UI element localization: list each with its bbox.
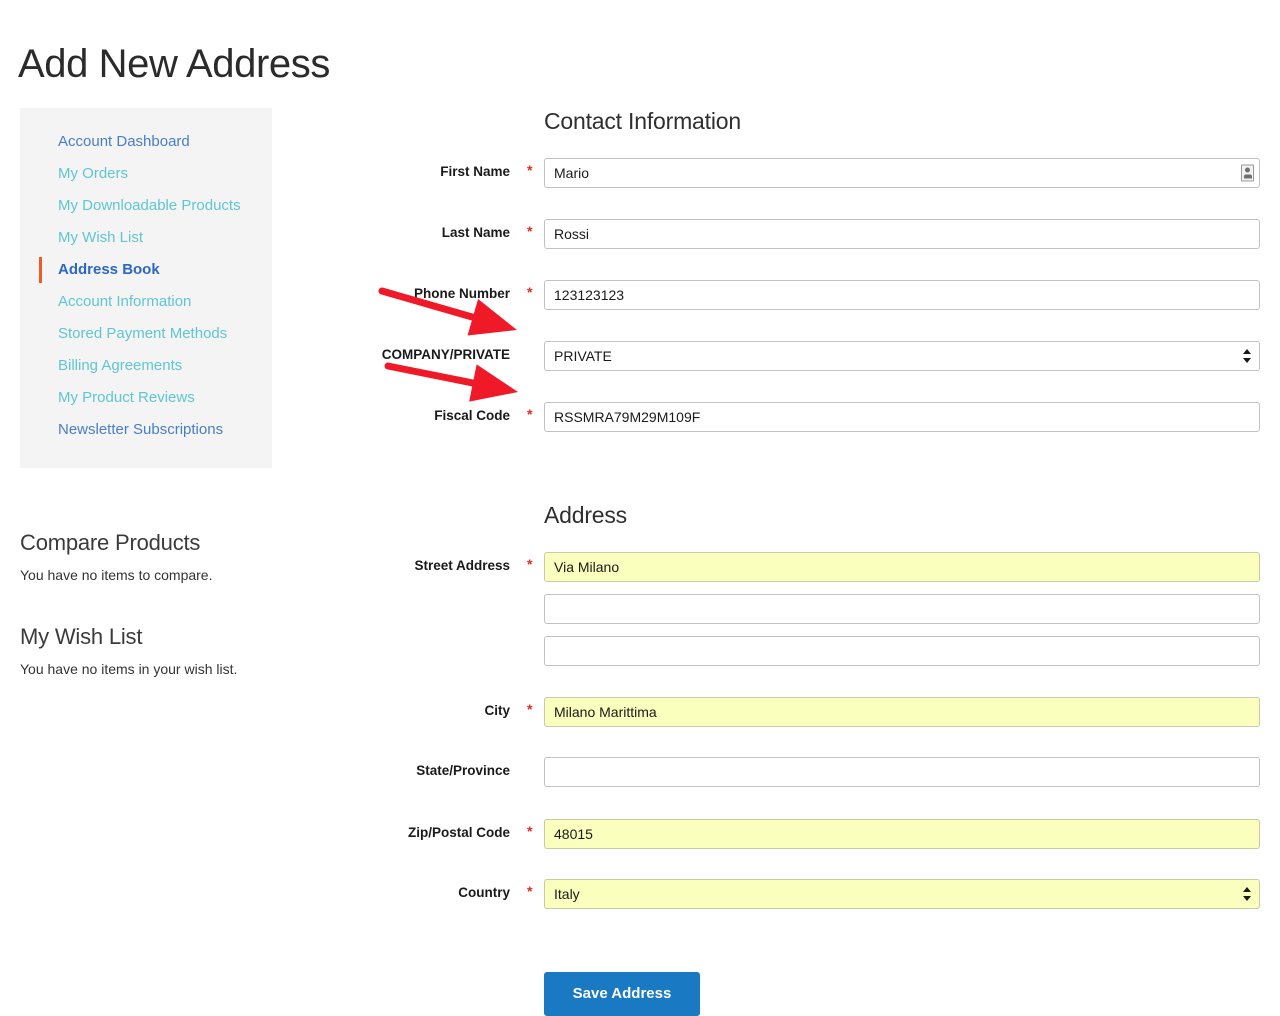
- page-title: Add New Address: [18, 41, 330, 86]
- sidebar-item-newsletter-subscriptions[interactable]: Newsletter Subscriptions: [20, 414, 272, 446]
- account-sidebar-nav: Account Dashboard My Orders My Downloada…: [20, 108, 272, 468]
- street-address-required-marker: *: [527, 556, 533, 572]
- company-private-chevron-updown-icon[interactable]: [1243, 348, 1252, 364]
- field-last-name: Last Name * Rossi: [380, 219, 1260, 249]
- fiscal-code-input[interactable]: RSSMRA79M29M109F: [544, 402, 1260, 432]
- field-country: Country * Italy: [380, 879, 1260, 909]
- fiscal-code-label: Fiscal Code: [434, 408, 510, 423]
- field-street-address-line-3: [380, 636, 1260, 666]
- field-first-name: First Name * Mario: [380, 158, 1260, 188]
- compare-products-title: Compare Products: [20, 530, 201, 555]
- city-input[interactable]: Milano Marittima: [544, 697, 1260, 727]
- first-name-input[interactable]: Mario: [544, 158, 1260, 188]
- wish-list-empty-text: You have no items in your wish list.: [20, 661, 238, 678]
- save-address-button[interactable]: Save Address: [544, 972, 700, 1016]
- street-address-line-2-input[interactable]: [544, 594, 1260, 624]
- sidebar-item-my-orders[interactable]: My Orders: [20, 158, 272, 190]
- country-required-marker: *: [527, 883, 533, 899]
- country-chevron-updown-icon[interactable]: [1243, 886, 1252, 902]
- field-zip-postal-code: Zip/Postal Code * 48015: [380, 819, 1260, 849]
- field-fiscal-code: Fiscal Code * RSSMRA79M29M109F: [380, 402, 1260, 432]
- company-private-label: COMPANY/PRIVATE: [381, 347, 510, 362]
- field-company-private: COMPANY/PRIVATE PRIVATE: [380, 341, 1260, 371]
- street-address-line-3-input[interactable]: [544, 636, 1260, 666]
- compare-products-empty-text: You have no items to compare.: [20, 567, 213, 584]
- zip-postal-code-label: Zip/Postal Code: [407, 825, 510, 840]
- sidebar-item-account-dashboard[interactable]: Account Dashboard: [20, 126, 272, 158]
- sidebar-item-my-wish-list[interactable]: My Wish List: [20, 222, 272, 254]
- wish-list-block: My Wish List You have no items in your w…: [20, 624, 237, 680]
- field-city: City * Milano Marittima: [380, 697, 1260, 727]
- last-name-required-marker: *: [527, 223, 533, 239]
- street-address-label: Street Address: [414, 558, 510, 573]
- country-label: Country: [458, 885, 510, 900]
- city-required-marker: *: [527, 701, 533, 717]
- company-private-select[interactable]: PRIVATE: [544, 341, 1260, 371]
- field-state-province: State/Province: [380, 757, 1260, 787]
- zip-postal-code-required-marker: *: [527, 823, 533, 839]
- sidebar-item-my-product-reviews[interactable]: My Product Reviews: [20, 382, 272, 414]
- phone-number-label: Phone Number: [413, 286, 510, 301]
- first-name-label: First Name: [440, 164, 510, 179]
- field-street-address-line-1: Street Address * Via Milano: [380, 552, 1260, 582]
- sidebar-item-address-book[interactable]: Address Book: [20, 254, 272, 286]
- zip-postal-code-input[interactable]: 48015: [544, 819, 1260, 849]
- first-name-required-marker: *: [527, 162, 533, 178]
- street-address-line-1-input[interactable]: Via Milano: [544, 552, 1260, 582]
- address-heading: Address: [544, 502, 627, 528]
- last-name-label: Last Name: [441, 225, 510, 240]
- contact-card-autofill-icon[interactable]: [1241, 164, 1254, 182]
- state-province-input[interactable]: [544, 757, 1260, 787]
- compare-products-block: Compare Products You have no items to co…: [20, 530, 213, 586]
- state-province-label: State/Province: [416, 763, 510, 778]
- fiscal-code-required-marker: *: [527, 406, 533, 422]
- field-phone-number: Phone Number * 123123123: [380, 280, 1260, 310]
- wish-list-title: My Wish List: [20, 624, 143, 649]
- field-street-address-line-2: [380, 594, 1260, 624]
- contact-information-heading: Contact Information: [544, 108, 741, 134]
- country-select[interactable]: Italy: [544, 879, 1260, 909]
- sidebar-item-billing-agreements[interactable]: Billing Agreements: [20, 350, 272, 382]
- last-name-input[interactable]: Rossi: [544, 219, 1260, 249]
- sidebar-item-my-downloadable-products[interactable]: My Downloadable Products: [20, 190, 272, 222]
- phone-number-required-marker: *: [527, 284, 533, 300]
- phone-number-input[interactable]: 123123123: [544, 280, 1260, 310]
- city-label: City: [484, 703, 510, 718]
- sidebar-item-stored-payment-methods[interactable]: Stored Payment Methods: [20, 318, 272, 350]
- sidebar-item-account-information[interactable]: Account Information: [20, 286, 272, 318]
